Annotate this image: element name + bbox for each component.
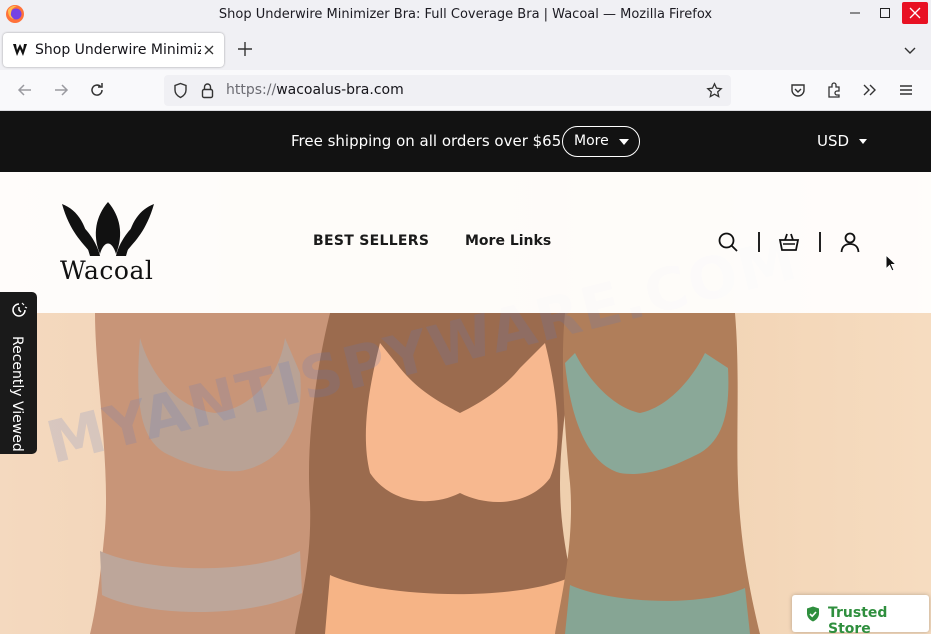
currency-selector[interactable]: USD [817, 132, 849, 150]
promo-bar: Free shipping on all orders over $65 Mor… [0, 111, 931, 172]
wacoal-favicon-icon [13, 44, 27, 56]
close-tab-icon[interactable] [201, 42, 217, 58]
shopping-basket-icon[interactable] [778, 231, 800, 253]
forward-icon[interactable] [52, 81, 70, 99]
trusted-store-label: Trusted Store [828, 605, 888, 634]
more-tools-chevron-icon[interactable] [861, 81, 879, 99]
lock-icon[interactable] [199, 82, 216, 99]
brand-wordmark: Wacoal [60, 256, 154, 285]
window-title: Shop Underwire Minimizer Bra: Full Cover… [218, 7, 713, 22]
mouse-cursor-icon [885, 254, 897, 272]
caret-down-icon [619, 139, 629, 145]
minimize-button[interactable] [841, 0, 869, 26]
list-all-tabs-icon[interactable] [902, 42, 918, 58]
site-header: Wacoal BEST SELLERS More Links [0, 172, 931, 313]
divider [758, 232, 760, 252]
recently-viewed-icon [12, 302, 28, 317]
close-window-button[interactable] [902, 2, 928, 24]
nav-best-sellers[interactable]: BEST SELLERS [313, 233, 429, 249]
maximize-button[interactable] [871, 0, 899, 26]
tracking-protection-shield-icon[interactable] [172, 82, 189, 99]
pocket-icon[interactable] [789, 81, 807, 99]
new-tab-icon[interactable] [236, 40, 254, 58]
recently-viewed-tab[interactable]: Recently Viewed [0, 292, 37, 454]
hamburger-menu-icon[interactable] [897, 81, 915, 99]
recently-viewed-label: Recently Viewed [9, 336, 25, 452]
url-text[interactable]: https://wacoalus-bra.com [226, 82, 404, 98]
back-icon[interactable] [16, 81, 34, 99]
nav-more-links[interactable]: More Links [465, 233, 551, 249]
search-icon[interactable] [717, 231, 739, 253]
extensions-puzzle-icon[interactable] [825, 81, 843, 99]
trusted-store-badge[interactable]: Trusted Store [792, 595, 929, 634]
address-bar[interactable]: https://wacoalus-bra.com [164, 75, 731, 106]
promo-more-button[interactable]: More [562, 126, 640, 157]
tab-strip: Shop Underwire Minimizer Bra: Full Cover… [0, 30, 931, 70]
free-shipping-message: Free shipping on all orders over $65 [291, 132, 562, 150]
maximize-icon [880, 8, 890, 18]
navigation-toolbar: https://wacoalus-bra.com [0, 70, 931, 111]
account-user-icon[interactable] [839, 231, 861, 253]
bookmark-star-icon[interactable] [706, 82, 723, 99]
close-icon [909, 7, 921, 19]
browser-window: Shop Underwire Minimizer Bra: Full Cover… [0, 0, 931, 634]
url-host: wacoalus-bra.com [276, 82, 404, 98]
url-scheme: https:// [226, 82, 277, 98]
shield-check-icon [807, 606, 819, 622]
reload-icon[interactable] [88, 81, 106, 99]
promo-more-label: More [574, 133, 609, 149]
minimize-icon [850, 12, 860, 14]
web-page: MYANTISPYWARE.COM Free shipping on all o… [0, 111, 931, 634]
divider [819, 232, 821, 252]
title-bar: Shop Underwire Minimizer Bra: Full Cover… [0, 0, 931, 30]
tab-title: Shop Underwire Minimizer Bra: Full Cover… [35, 42, 201, 58]
tab-active[interactable]: Shop Underwire Minimizer Bra: Full Cover… [3, 33, 224, 67]
currency-caret-icon [859, 139, 867, 144]
